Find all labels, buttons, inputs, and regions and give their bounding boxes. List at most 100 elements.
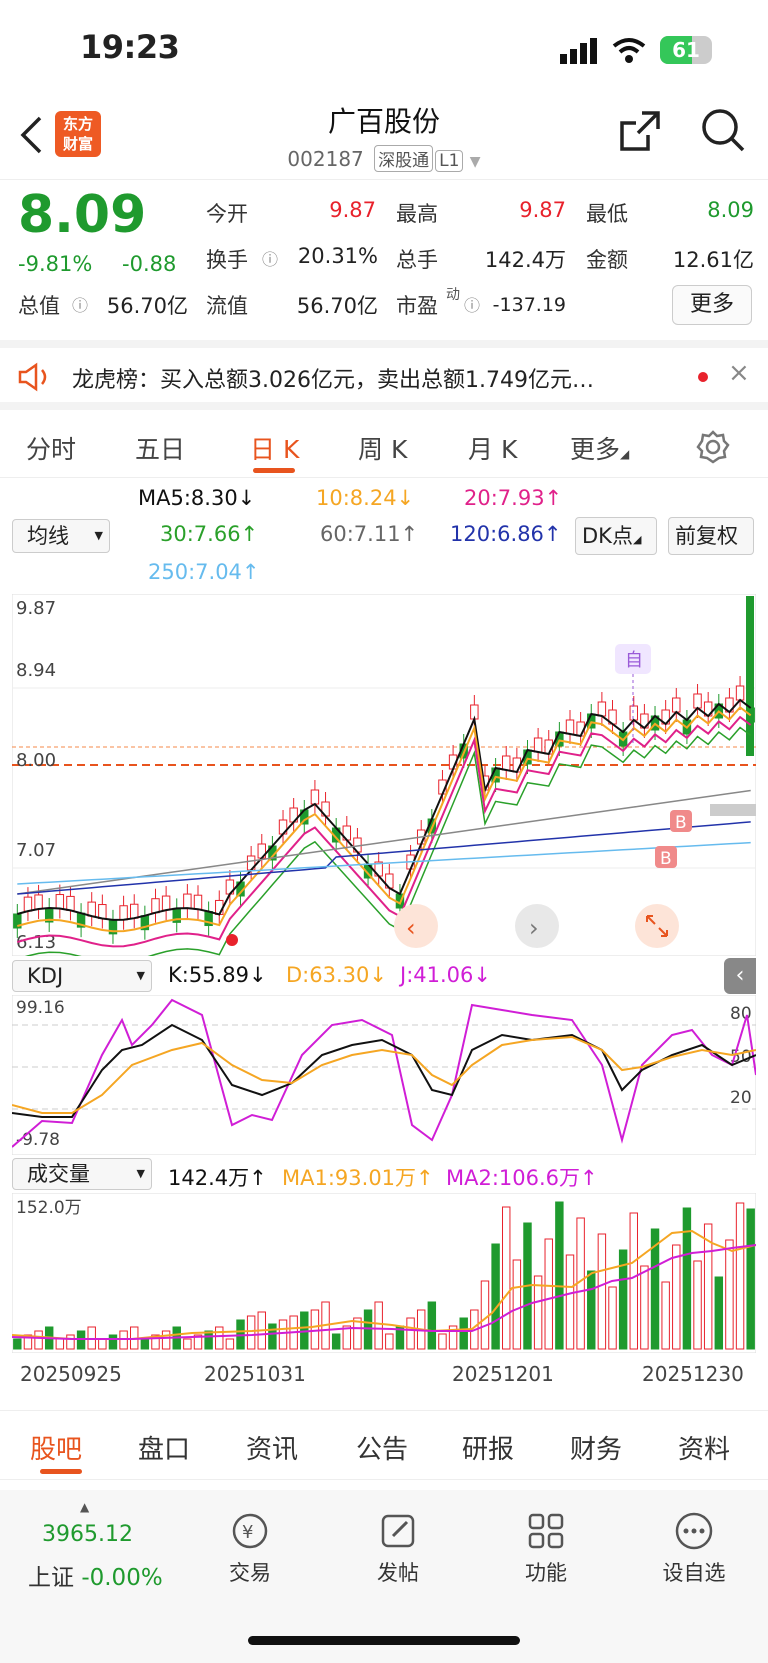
trade-button[interactable]: ¥ 交易 — [200, 1510, 300, 1587]
volume-value-label: 142.4万↑ — [168, 1166, 267, 1190]
function-label: 功能 — [525, 1561, 567, 1585]
candle — [119, 905, 128, 921]
tab-caiwu[interactable]: 财务 — [570, 1429, 622, 1466]
notice-text: 龙虎榜：买入总额3.026亿元，卖出总额1.749亿元… — [72, 368, 594, 393]
battery-level: 61 — [672, 38, 700, 62]
volume-max-label: 152.0万 — [16, 1198, 82, 1218]
status-bar: 19:23 61 — [0, 0, 768, 100]
volume-bar — [66, 1334, 75, 1350]
kline-chart[interactable]: 9.87 8.94 8.00 7.07 6.13 自 B B ‹ › — [12, 594, 756, 956]
ma10-label: 10:8.24↓ — [316, 486, 415, 510]
dk-button[interactable]: DK点◢ — [575, 517, 657, 555]
candle — [183, 893, 192, 909]
chevron-right-icon: › — [529, 914, 539, 942]
trade-label: 交易 — [229, 1561, 271, 1585]
candle — [597, 701, 607, 717]
tab-zixun[interactable]: 资讯 — [246, 1429, 298, 1466]
index-name: 上证 — [28, 1565, 74, 1591]
scroll-left-button[interactable] — [394, 904, 438, 948]
gear-icon[interactable] — [696, 430, 730, 464]
candle — [55, 894, 65, 910]
current-price: 8.09 — [18, 185, 147, 245]
add-watchlist-button[interactable]: 设自选 — [644, 1510, 744, 1587]
volume-bar — [374, 1301, 383, 1350]
add-watchlist-label: 设自选 — [662, 1561, 726, 1585]
volume-bar — [693, 1260, 702, 1350]
volume-bar — [268, 1323, 277, 1350]
kdj-frame — [12, 995, 756, 1155]
volume-bar — [215, 1326, 224, 1350]
tab-pankou[interactable]: 盘口 — [138, 1429, 190, 1466]
index-line[interactable]: 上证 -0.00% — [28, 1558, 163, 1592]
volume-bar — [13, 1338, 22, 1350]
ma-selector[interactable]: 均线 ▼ — [12, 519, 110, 553]
pe-label: 市盈 — [396, 294, 438, 318]
price-label: 8.00 — [16, 750, 56, 771]
volume-selector-label: 成交量 — [27, 1162, 90, 1186]
kdj-chart[interactable]: 99.16 -9.78 80 50 20 — [12, 995, 756, 1155]
volume-bar — [480, 1280, 490, 1350]
ma-selector-label: 均线 — [27, 524, 69, 548]
candle — [87, 901, 96, 917]
volume-bar — [608, 1286, 617, 1350]
pe-sup: 动 — [446, 287, 460, 303]
volume-bar — [310, 1309, 320, 1350]
share-icon[interactable] — [618, 109, 662, 153]
search-icon[interactable] — [700, 107, 746, 155]
kdj-selector[interactable]: KDJ ▼ — [12, 960, 152, 992]
post-button[interactable]: 发帖 — [348, 1510, 448, 1587]
tab-guba[interactable]: 股吧 — [30, 1429, 82, 1466]
expand-button[interactable] — [635, 904, 679, 948]
volume-bar — [140, 1338, 150, 1350]
tab-more[interactable]: 更多◢ — [570, 430, 629, 466]
home-indicator[interactable] — [248, 1636, 520, 1645]
index-value[interactable]: 3965.12 — [42, 1522, 133, 1547]
function-button[interactable]: 功能 — [496, 1510, 596, 1587]
tab-ziliao[interactable]: 资料 — [678, 1429, 730, 1466]
open-label: 今开 — [206, 202, 248, 226]
tab-yanbao[interactable]: 研报 — [462, 1429, 514, 1466]
info-icon[interactable]: ⓘ — [262, 246, 278, 270]
price-label: 8.94 — [16, 660, 56, 681]
fuquan-button[interactable]: 前复权 — [668, 517, 754, 555]
volume-bar — [629, 1212, 638, 1350]
change-abs: -0.88 — [122, 252, 177, 276]
more-button[interactable]: 更多 — [672, 285, 752, 325]
candle — [151, 898, 160, 914]
marker-zi-text: 自 — [625, 650, 643, 671]
volume-selector[interactable]: 成交量 ▼ — [12, 1158, 152, 1190]
volume-bar — [735, 1202, 745, 1350]
turnover-value: 20.31% — [297, 244, 378, 268]
info-icon[interactable]: ⓘ — [72, 292, 88, 316]
tab-fenshi[interactable]: 分时 — [26, 430, 76, 466]
event-dot[interactable] — [226, 934, 238, 946]
close-icon[interactable]: × — [728, 358, 750, 388]
price-label-top: 9.87 — [16, 598, 56, 619]
volume-label: 总手 — [396, 248, 438, 272]
change-pct: -9.81% — [18, 252, 93, 276]
tab-week-k[interactable]: 周 K — [358, 430, 407, 466]
volume-bar — [161, 1330, 171, 1350]
volume-bar — [491, 1243, 500, 1350]
info-icon[interactable]: ⓘ — [464, 292, 480, 316]
post-label: 发帖 — [377, 1561, 419, 1585]
tab-day-k[interactable]: 日 K — [250, 430, 299, 466]
volume-bar — [459, 1317, 468, 1350]
candle — [161, 895, 171, 911]
kdj-top-label: 99.16 — [16, 998, 65, 1018]
tab-month-k[interactable]: 月 K — [468, 430, 517, 466]
tab-wuri[interactable]: 五日 — [135, 430, 185, 466]
chevron-down-icon: ▼ — [94, 529, 103, 542]
volume-bar — [427, 1301, 437, 1350]
amount-value: 12.61亿 — [672, 248, 754, 272]
svg-text:¥: ¥ — [242, 1522, 253, 1543]
tab-gonggao[interactable]: 公告 — [356, 1429, 408, 1466]
dragon-tiger-notice[interactable]: 龙虎榜：买入总额3.026亿元，卖出总额1.749亿元… × — [0, 340, 768, 410]
volume-chart[interactable]: 152.0万 — [12, 1193, 756, 1353]
edit-icon — [381, 1514, 415, 1548]
collapse-panel-button[interactable]: ‹ — [724, 958, 756, 994]
turnover-label: 换手 — [206, 248, 248, 272]
volume-bar — [98, 1338, 107, 1350]
pe-value: -137.19 — [492, 294, 566, 316]
status-time: 19:23 — [80, 28, 180, 66]
